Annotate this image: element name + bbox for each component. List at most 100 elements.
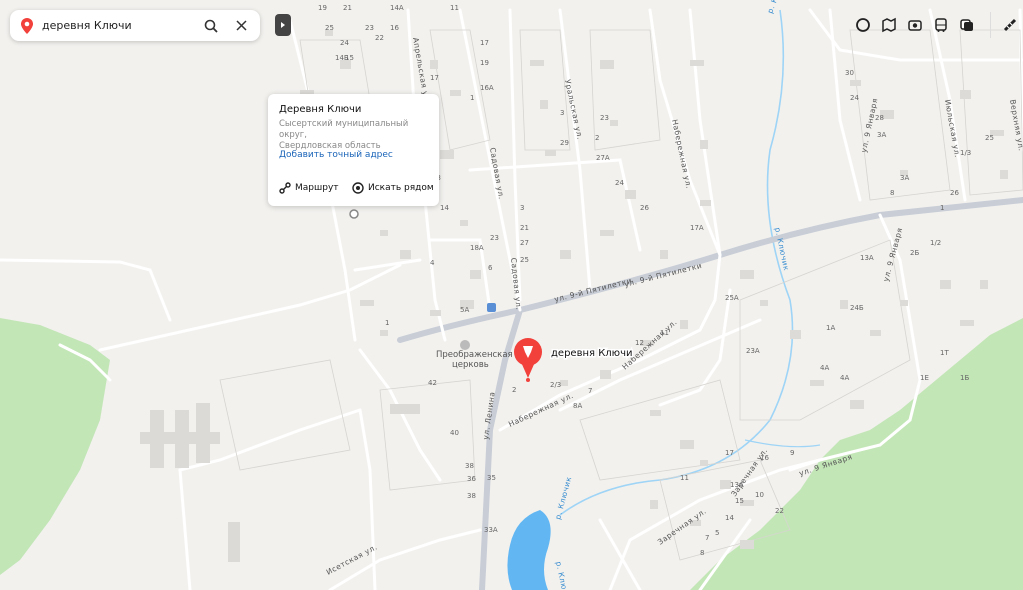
house-number: 35	[487, 474, 496, 482]
place-card: Деревня Ключи Сысертский муниципальный о…	[268, 94, 439, 206]
church-name-2: церковь	[452, 360, 489, 370]
pin-icon	[21, 17, 33, 34]
house-number: 38	[467, 492, 476, 500]
house-number: 13А	[730, 481, 744, 489]
house-number: 1	[470, 94, 474, 102]
house-number: 1Б	[960, 374, 969, 382]
building	[450, 90, 461, 96]
house-number: 2Б	[910, 249, 919, 257]
bus-stop-poi[interactable]	[487, 303, 496, 312]
building	[980, 280, 988, 289]
search-icon[interactable]	[200, 15, 222, 37]
map-mode-icon[interactable]	[954, 12, 980, 38]
house-number: 10	[755, 491, 764, 499]
house-number: 16А	[480, 84, 494, 92]
street-label: Набережная ул.	[507, 391, 575, 429]
map-canvas[interactable]: ул. 9-й Пятилетки ул. 9-й Пятилетки Садо…	[0, 0, 1023, 590]
building	[700, 460, 708, 466]
house-number: 23	[600, 114, 609, 122]
house-number: 23А	[746, 347, 760, 355]
layers-icon[interactable]	[876, 12, 902, 38]
house-number: 2	[512, 386, 516, 394]
building	[430, 60, 438, 69]
house-number: 15	[735, 497, 744, 505]
house-number: 23	[365, 24, 374, 32]
house-number: 21	[520, 224, 529, 232]
river-label: р. Ключик	[553, 475, 573, 520]
building	[680, 440, 694, 449]
house-number: 25	[985, 134, 994, 142]
building	[610, 120, 618, 126]
building	[960, 90, 971, 99]
building	[660, 250, 668, 259]
house-number: 27	[520, 239, 529, 247]
building	[690, 60, 704, 66]
river-label: р. Ключик	[765, 0, 789, 15]
route-label: Маршрут	[295, 183, 339, 193]
forest-area-west	[0, 318, 110, 575]
building	[940, 280, 951, 289]
search-nearby-button[interactable]: Искать рядом	[352, 182, 434, 194]
search-input[interactable]: деревня Ключи	[42, 19, 200, 32]
house-number: 27А	[596, 154, 610, 162]
building	[560, 250, 571, 259]
traffic-icon[interactable]	[850, 12, 876, 38]
street-label: Исетская ул.	[325, 542, 379, 576]
panorama-icon[interactable]	[902, 12, 928, 38]
ruler-icon[interactable]	[990, 12, 1023, 38]
add-address-link[interactable]: Добавить точный адрес	[279, 150, 393, 160]
poi-marker-small[interactable]	[349, 209, 359, 219]
transit-icon[interactable]	[928, 12, 954, 38]
house-number: 17	[430, 74, 439, 82]
place-description: Сысертский муниципальный округ, Свердлов…	[279, 119, 434, 152]
house-number: 3	[560, 109, 564, 117]
route-icon	[279, 182, 291, 194]
building	[650, 500, 658, 509]
house-number: 5А	[460, 306, 469, 314]
marker-label: деревня Ключи	[551, 348, 633, 359]
house-number: 3А	[877, 131, 886, 139]
river-stream	[744, 439, 821, 448]
nearby-icon	[352, 182, 364, 194]
house-number: 8А	[573, 402, 582, 410]
house-number: 29	[560, 139, 569, 147]
chevron-right-icon	[281, 22, 285, 28]
river-label: р. Ключи	[554, 561, 571, 590]
street-label: ул. 9-й Пятилетки	[553, 276, 633, 304]
building	[600, 60, 614, 69]
house-number: 14Б	[335, 54, 349, 62]
house-number: 5	[715, 529, 719, 537]
search-box[interactable]: деревня Ключи	[10, 10, 260, 41]
close-icon[interactable]	[230, 15, 252, 37]
street-label: Заречная ул.	[656, 506, 708, 546]
church-icon[interactable]	[460, 340, 470, 350]
house-number: 11	[660, 329, 669, 337]
building	[850, 80, 861, 86]
house-number: 4А	[820, 364, 829, 372]
house-number: 17	[480, 39, 489, 47]
house-number: 25	[325, 24, 334, 32]
house-number: 16	[760, 454, 769, 462]
building	[360, 300, 374, 306]
house-number: 24Б	[850, 304, 864, 312]
building	[760, 300, 768, 306]
building	[850, 400, 864, 409]
house-number: 6	[488, 264, 493, 272]
house-number: 19	[318, 4, 327, 12]
house-number: 1Т	[940, 349, 949, 357]
house-number: 14	[440, 204, 449, 212]
building	[700, 140, 708, 149]
house-number: 26	[640, 204, 649, 212]
route-button[interactable]: Маршрут	[279, 182, 339, 194]
building	[430, 310, 441, 316]
collapse-panel-button[interactable]	[275, 14, 291, 36]
nearby-label: Искать рядом	[368, 183, 434, 193]
poi-icon[interactable]	[349, 209, 359, 219]
house-number: 1Е	[920, 374, 929, 382]
house-number: 24	[340, 39, 349, 47]
building	[400, 250, 411, 259]
bus-stop-icon[interactable]	[487, 303, 496, 312]
location-marker[interactable]: деревня Ключи	[514, 338, 634, 382]
building	[440, 150, 454, 159]
house-number: 11	[680, 474, 689, 482]
